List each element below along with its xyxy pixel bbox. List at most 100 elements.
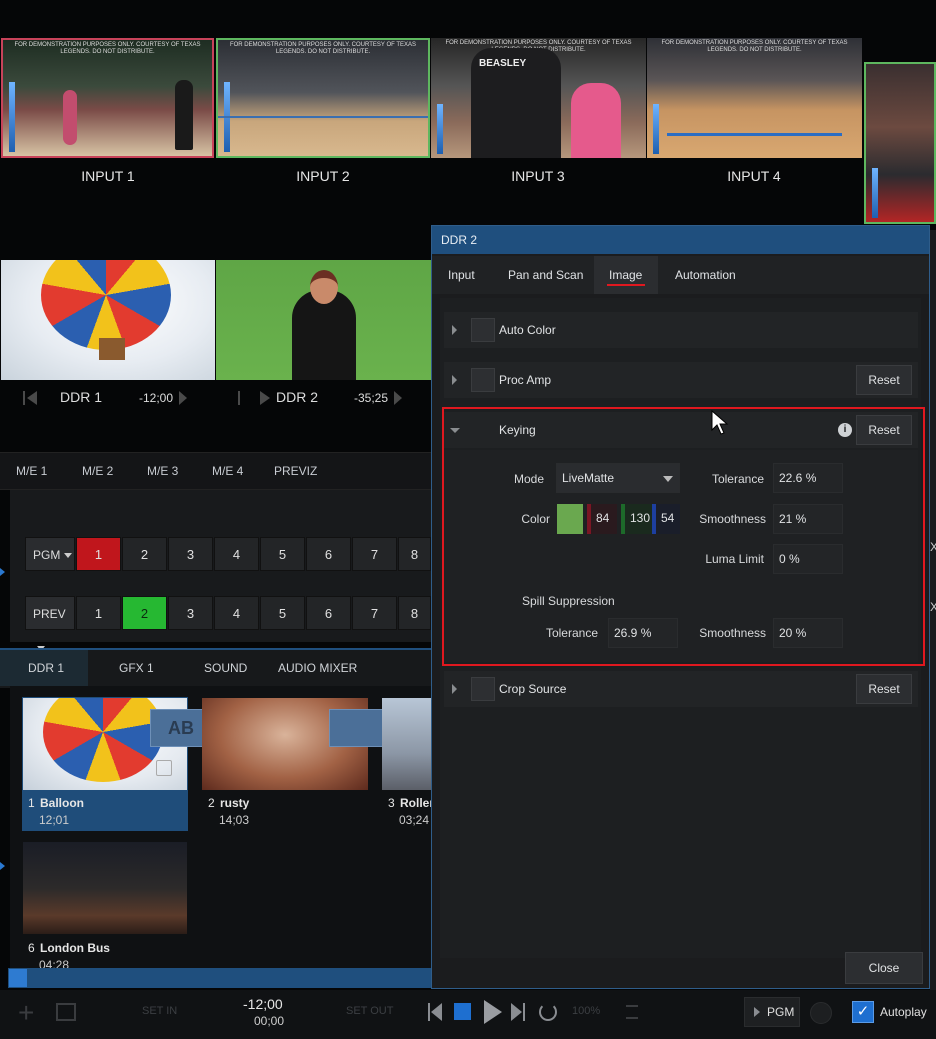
pgm-dropdown[interactable]: PGM	[25, 537, 75, 571]
input-monitor-2[interactable]: FOR DEMONSTRATION PURPOSES ONLY. COURTES…	[216, 38, 430, 158]
set-out-button[interactable]: SET OUT	[346, 1005, 393, 1017]
stop-icon[interactable]	[454, 1003, 471, 1020]
skip-forward-icon[interactable]	[511, 1003, 525, 1021]
pgm-button-3[interactable]: 3	[168, 537, 213, 571]
ddr1-label: DDR 1	[60, 389, 103, 405]
player-figure	[175, 80, 193, 150]
pgm-output-button[interactable]: PGM	[744, 997, 800, 1027]
color-label: Color	[521, 512, 550, 526]
media-name: Roller	[400, 796, 431, 810]
court-line	[667, 133, 842, 136]
pgm-button-5[interactable]: 5	[260, 537, 305, 571]
play-icon[interactable]	[260, 391, 270, 405]
frame-icon[interactable]	[56, 1003, 76, 1021]
autoplay-checkbox[interactable]: ✓	[852, 1001, 874, 1023]
play-icon[interactable]	[484, 1000, 502, 1024]
tab-pan-and-scan[interactable]: Pan and Scan	[494, 260, 597, 290]
ddr1-monitor[interactable]	[1, 260, 215, 380]
crop-source-reset-button[interactable]: Reset	[856, 674, 912, 704]
input-monitor-5-partial[interactable]	[864, 62, 936, 224]
add-icon[interactable]: +	[18, 999, 40, 1027]
pgm-label: PGM	[33, 548, 61, 562]
spill-tolerance-label: Tolerance	[545, 626, 598, 640]
proc-amp-checkbox[interactable]	[471, 368, 495, 392]
prev-button-2[interactable]: 2	[122, 596, 167, 630]
media-index: 1	[28, 796, 35, 810]
proc-amp-reset-button[interactable]: Reset	[856, 365, 912, 395]
expand-arrow-icon[interactable]	[452, 684, 457, 694]
auto-color-checkbox[interactable]	[471, 318, 495, 342]
play-small-icon	[754, 1007, 760, 1017]
ddr1-time: -12;00	[139, 391, 174, 405]
pgm-button-6[interactable]: 6	[306, 537, 351, 571]
audio-meter	[437, 104, 443, 154]
tolerance-field[interactable]: 22.6 %	[773, 463, 843, 493]
pgm-button-4[interactable]: 4	[214, 537, 259, 571]
ddr2-monitor[interactable]	[216, 260, 431, 380]
auto-color-section[interactable]: Auto Color	[444, 312, 918, 348]
collapse-arrow-icon[interactable]	[450, 428, 460, 433]
pgm-button-8[interactable]: 8	[398, 537, 431, 571]
prev-button-7[interactable]: 7	[352, 596, 397, 630]
tab-me4[interactable]: M/E 4	[212, 464, 243, 478]
prev-icon[interactable]	[23, 391, 25, 405]
next-icon[interactable]	[179, 391, 187, 405]
prev-button-5[interactable]: 5	[260, 596, 305, 630]
color-green-value[interactable]: 130	[625, 504, 655, 534]
input-label-2: INPUT 2	[296, 168, 350, 184]
tab-automation[interactable]: Automation	[661, 260, 750, 290]
media-item-london-bus[interactable]: 6 London Bus 04;28	[22, 842, 188, 968]
pgm-button-2[interactable]: 2	[122, 537, 167, 571]
keying-section[interactable]: Keying i Reset	[444, 412, 918, 448]
tab-audio-mixer[interactable]: AUDIO MIXER	[278, 661, 357, 675]
luma-limit-field[interactable]: 0 %	[773, 544, 843, 574]
tab-sound[interactable]: SOUND	[204, 661, 247, 675]
pgm-button-7[interactable]: 7	[352, 537, 397, 571]
crop-source-checkbox[interactable]	[471, 677, 495, 701]
info-icon[interactable]: i	[838, 423, 852, 437]
tab-input[interactable]: Input	[434, 260, 489, 290]
smoothness-field[interactable]: 21 %	[773, 504, 843, 534]
tab-gfx1[interactable]: GFX 1	[119, 661, 154, 675]
prev-button-3[interactable]: 3	[168, 596, 213, 630]
expand-arrow-icon[interactable]	[452, 325, 457, 335]
prev-button-8[interactable]: 8	[398, 596, 431, 630]
tab-me1[interactable]: M/E 1	[16, 464, 47, 478]
input-monitor-1[interactable]: FOR DEMONSTRATION PURPOSES ONLY. COURTES…	[1, 38, 214, 158]
prev-button-6[interactable]: 6	[306, 596, 351, 630]
ddr2-config-dialog: DDR 2 Input Pan and Scan Image Automatio…	[431, 225, 930, 989]
scrub-bar[interactable]	[8, 968, 436, 988]
list-icon[interactable]	[626, 1005, 638, 1019]
spill-smoothness-field[interactable]: 20 %	[773, 618, 843, 648]
loop-icon[interactable]	[539, 1003, 557, 1021]
set-in-button[interactable]: SET IN	[142, 1005, 177, 1017]
input-monitor-4[interactable]: FOR DEMONSTRATION PURPOSES ONLY. COURTES…	[647, 38, 862, 158]
audio-meter	[872, 168, 878, 218]
keying-reset-button[interactable]: Reset	[856, 415, 912, 445]
color-red-value[interactable]: 84	[591, 504, 617, 534]
autoplay-label: Autoplay	[880, 1005, 927, 1019]
pgm-button-1[interactable]: 1	[76, 537, 121, 571]
play-reverse-icon[interactable]	[27, 391, 37, 405]
prev-button-4[interactable]: 4	[214, 596, 259, 630]
prev-button-1[interactable]: 1	[76, 596, 121, 630]
next-icon[interactable]	[394, 391, 402, 405]
record-indicator-icon[interactable]	[810, 1002, 832, 1024]
tab-me2[interactable]: M/E 2	[82, 464, 113, 478]
crop-source-section[interactable]: Crop Source Reset	[444, 671, 918, 707]
audio-meter	[653, 104, 659, 154]
close-button[interactable]: Close	[845, 952, 923, 984]
color-swatch[interactable]	[557, 504, 583, 534]
expand-arrow-icon[interactable]	[452, 375, 457, 385]
skip-back-icon[interactable]	[428, 1003, 442, 1021]
tab-ddr1[interactable]: DDR 1	[28, 661, 64, 675]
prev-dropdown[interactable]: PREV	[25, 596, 75, 652]
media-item-roller[interactable]: 3 Roller 03;24	[382, 697, 431, 831]
input-monitor-3[interactable]: FOR DEMONSTRATION PURPOSES ONLY. COURTES…	[431, 38, 646, 158]
prev-icon[interactable]	[238, 391, 240, 405]
tab-underline	[607, 284, 645, 286]
proc-amp-section[interactable]: Proc Amp Reset	[444, 362, 918, 398]
tab-me3[interactable]: M/E 3	[147, 464, 178, 478]
scrub-position[interactable]	[9, 969, 27, 987]
tab-previz[interactable]: PREVIZ	[274, 464, 317, 478]
